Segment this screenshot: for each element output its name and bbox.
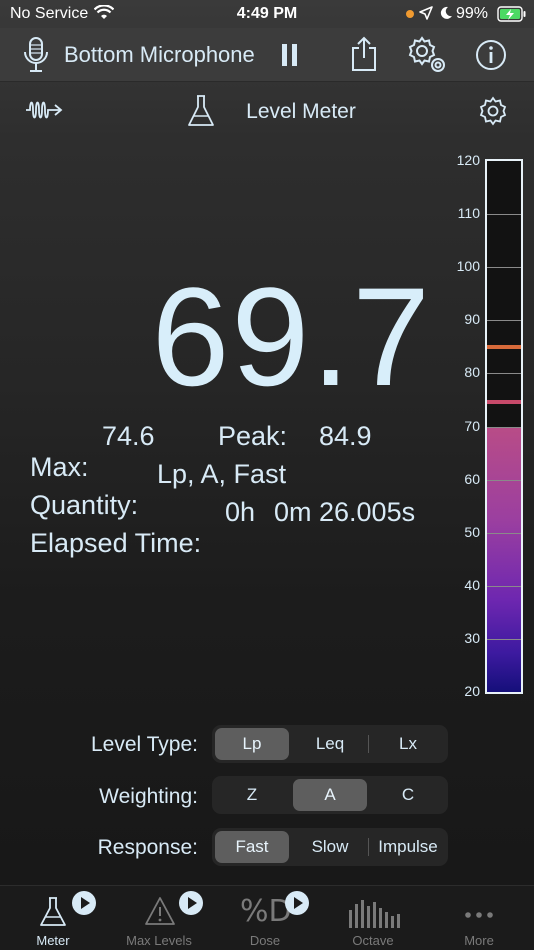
meter-scale-label: 30 (464, 629, 480, 646)
meter-scale-label: 40 (464, 576, 480, 593)
meter-scale-label: 100 (456, 258, 480, 275)
mode-bar: Level Meter (0, 84, 534, 140)
tab-more[interactable]: More (426, 886, 532, 950)
peak-marker (487, 345, 521, 350)
tab-meter[interactable]: Meter (0, 886, 106, 950)
meter-scale-label: 70 (464, 417, 480, 434)
meter-grid-line (487, 638, 521, 640)
tab-max-levels[interactable]: Max Levels (106, 886, 212, 950)
level-meter-bar (485, 159, 523, 694)
meter-scale-label: 110 (457, 205, 480, 222)
info-icon[interactable] (475, 39, 507, 76)
gear-icon[interactable] (478, 96, 508, 131)
meter-scale-label: 20 (464, 683, 480, 699)
meter-grid-line (487, 532, 521, 534)
play-badge-icon (179, 891, 203, 915)
elapsed-label: Elapsed Time: (30, 528, 202, 558)
moon-icon (439, 6, 453, 25)
peak-value: 84.9 (319, 421, 372, 451)
meter-grid-line (487, 479, 521, 481)
meter-scale-label: 60 (464, 470, 480, 487)
tab-bar: Meter Max Levels %D Dose Octave More (0, 885, 534, 950)
response-impulse-option[interactable]: Impulse (371, 831, 445, 863)
meter-grid-line (487, 426, 521, 428)
peak-label: Peak: (218, 421, 288, 451)
status-bar: No Service 4:49 PM 99% (0, 0, 534, 28)
level-type-lx-option[interactable]: Lx (371, 728, 445, 760)
meter-scale-label: 120 (456, 152, 480, 168)
elapsed-time-value: 0m 26.005s (274, 497, 416, 527)
meter-grid-line (487, 373, 521, 375)
level-reading: 69.7 (151, 258, 432, 415)
tab-more-label: More (464, 933, 494, 948)
tab-octave-label: Octave (352, 933, 394, 948)
response-slow-option[interactable]: Slow (293, 831, 367, 863)
pause-icon[interactable] (280, 43, 300, 72)
tab-max-levels-label: Max Levels (126, 933, 192, 948)
quantity-value: Lp, A, Fast (157, 459, 287, 489)
top-toolbar: Bottom Microphone (0, 28, 534, 82)
play-badge-icon (72, 891, 96, 915)
elapsed-hours: 0h (225, 497, 256, 527)
mode-title: Level Meter (246, 100, 356, 123)
weighting-segmented: Z A C (212, 776, 448, 814)
meter-scale-label: 80 (464, 364, 480, 381)
weighting-c-option[interactable]: C (371, 779, 445, 811)
microphone-source-title[interactable]: Bottom Microphone (64, 42, 255, 68)
mic-in-use-dot-icon (406, 10, 414, 18)
level-type-lp-option[interactable]: Lp (215, 728, 289, 760)
response-fast-option[interactable]: Fast (215, 831, 289, 863)
tab-octave[interactable]: Octave (320, 886, 426, 950)
meter-grid-line (487, 585, 521, 587)
segment-divider (368, 838, 369, 856)
settings-gear-icon[interactable] (406, 35, 448, 80)
response-label: Response: (97, 836, 198, 859)
max-marker (487, 400, 521, 405)
response-segmented: Fast Slow Impulse (212, 828, 448, 866)
warning-icon (144, 896, 176, 931)
battery-charging-icon (497, 6, 527, 27)
segment-divider (368, 735, 369, 753)
meter-scale-label: 90 (464, 311, 480, 328)
location-arrow-icon (419, 6, 433, 25)
meter-grid-line (487, 320, 521, 322)
tab-dose[interactable]: %D Dose (212, 886, 318, 950)
max-value: 74.6 (102, 421, 155, 451)
meter-grid-line (487, 267, 521, 269)
level-type-segmented: Lp Leq Lx (212, 725, 448, 763)
more-dots-icon (464, 906, 494, 924)
elapsed-row: Elapsed Time: 0h 0m 26.005s (15, 497, 415, 559)
share-icon[interactable] (349, 36, 379, 77)
battery-percent: 99% (455, 5, 488, 22)
play-badge-icon (285, 891, 309, 915)
tab-meter-label: Meter (36, 933, 70, 948)
weighting-a-option[interactable]: A (293, 779, 367, 811)
dose-icon: %D (240, 894, 292, 929)
flask-icon (38, 896, 68, 933)
octave-bars-icon (348, 896, 400, 933)
microphone-icon[interactable] (22, 36, 50, 79)
weighting-z-option[interactable]: Z (215, 779, 289, 811)
tab-dose-label: Dose (249, 933, 281, 948)
level-meter-fill (487, 428, 521, 692)
level-type-leq-option[interactable]: Leq (293, 728, 367, 760)
meter-grid-line (487, 214, 521, 216)
level-type-label: Level Type: (90, 733, 198, 756)
weighting-label: Weighting: (99, 785, 198, 808)
clock-time: 4:49 PM (236, 5, 298, 22)
meter-scale-label: 50 (464, 523, 480, 540)
